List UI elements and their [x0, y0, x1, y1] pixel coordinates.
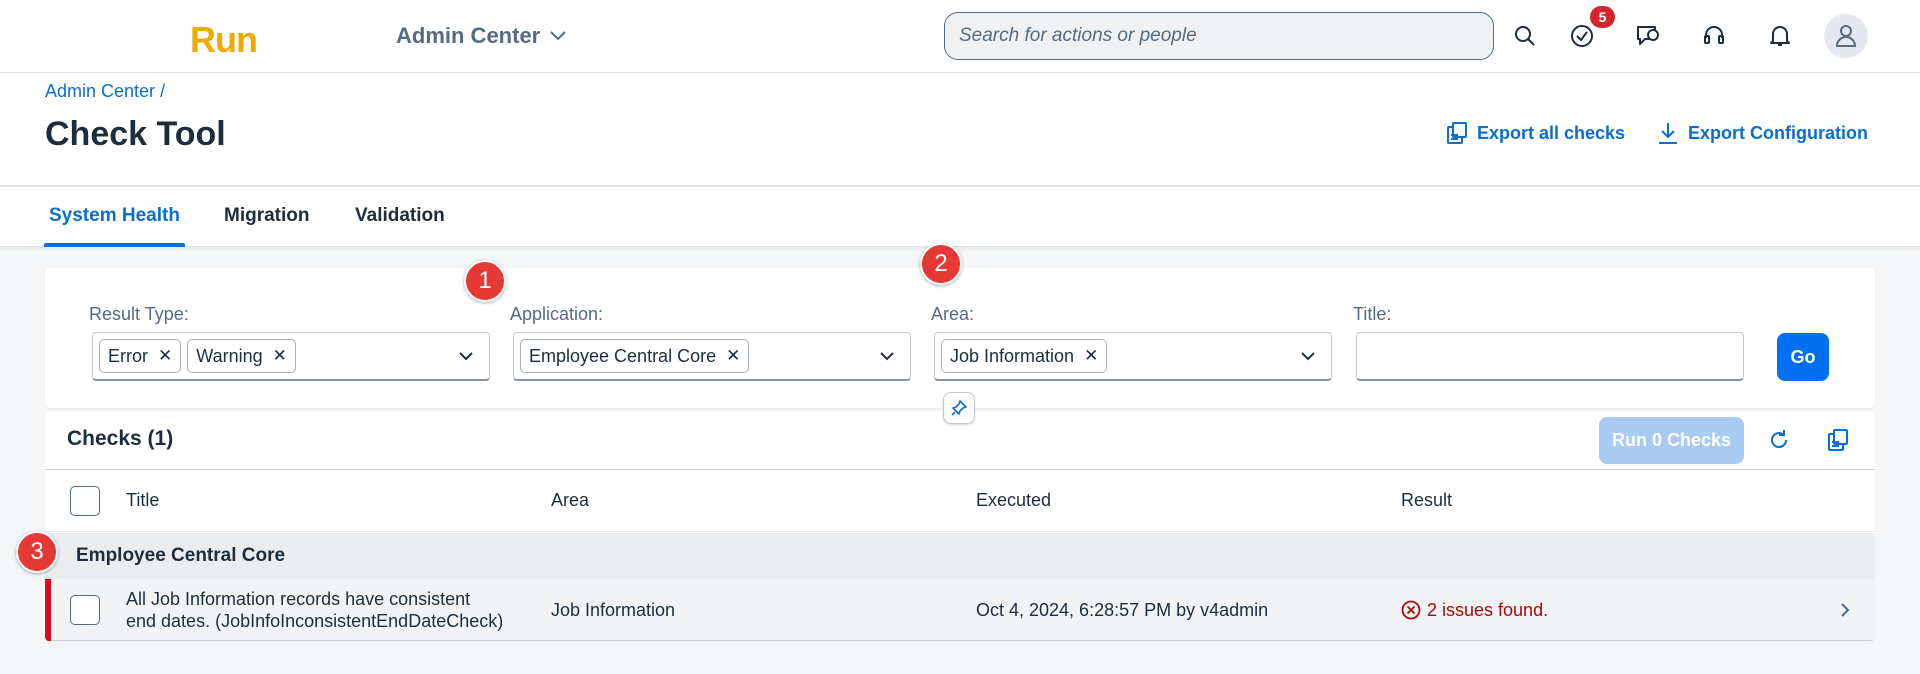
- chevron-down-icon[interactable]: [1299, 347, 1317, 365]
- table-title: Checks (1): [67, 427, 174, 450]
- group-header-row[interactable]: Employee Central Core: [45, 533, 1875, 579]
- error-icon: [1401, 600, 1421, 620]
- column-header-executed[interactable]: Executed: [976, 490, 1051, 511]
- column-header-result[interactable]: Result: [1401, 490, 1452, 511]
- result-cell[interactable]: 2 issues found.: [1401, 599, 1548, 621]
- notification-badge: 5: [1590, 6, 1615, 28]
- application-multi-combobox[interactable]: Employee Central Core ✕: [513, 332, 911, 381]
- export-configuration-label: Export Configuration: [1688, 122, 1868, 143]
- result-type-label: Result Type:: [89, 304, 189, 324]
- chat-icon[interactable]: [1628, 16, 1668, 56]
- page-header: Admin Center / Check Tool Export all che…: [0, 73, 1920, 186]
- group-label: Employee Central Core: [76, 545, 286, 566]
- refresh-icon[interactable]: [1764, 425, 1794, 455]
- check-title-line: All Job Information records have consist…: [126, 589, 471, 609]
- breadcrumb-admin-center[interactable]: Admin Center: [45, 81, 155, 101]
- title-filter-input[interactable]: [1356, 332, 1744, 381]
- select-all-checkbox[interactable]: [70, 486, 100, 516]
- application-label: Application:: [510, 304, 604, 324]
- export-icon: [1447, 122, 1467, 144]
- active-tab-indicator: [44, 243, 185, 247]
- remove-token-icon[interactable]: ✕: [158, 346, 172, 366]
- bell-icon[interactable]: [1760, 16, 1800, 56]
- download-icon: [1659, 123, 1677, 144]
- area-multi-combobox[interactable]: Job Information ✕: [934, 332, 1332, 381]
- tab-migration[interactable]: Migration: [224, 205, 310, 227]
- check-title-cell: All Job Information records have consist…: [126, 588, 503, 632]
- export-all-checks-label: Export all checks: [1477, 122, 1626, 143]
- breadcrumb: Admin Center /: [45, 81, 165, 102]
- remove-token-icon[interactable]: ✕: [726, 346, 740, 366]
- step-marker-2: 2: [920, 243, 962, 285]
- token-job-information: Job Information ✕: [941, 339, 1108, 373]
- token-warning: Warning ✕: [187, 339, 296, 373]
- remove-token-icon[interactable]: ✕: [1084, 346, 1098, 366]
- product-switcher[interactable]: Admin Center: [396, 23, 566, 49]
- app-logo[interactable]: Run: [190, 19, 258, 61]
- breadcrumb-separator: /: [160, 81, 166, 101]
- token-label: Warning: [196, 345, 263, 366]
- export-icon[interactable]: [1823, 425, 1853, 455]
- shell-bar: Run Admin Center 5: [0, 0, 1920, 73]
- column-header-area[interactable]: Area: [551, 490, 589, 511]
- result-text: 2 issues found.: [1427, 600, 1549, 620]
- tab-system-health[interactable]: System Health: [49, 205, 180, 227]
- support-icon[interactable]: [1694, 16, 1734, 56]
- step-marker-3: 3: [16, 531, 58, 573]
- title-label: Title:: [1353, 304, 1392, 324]
- user-icon: [1835, 25, 1857, 47]
- filter-bar: Result Type: Error ✕ Warning ✕ Application…: [45, 268, 1875, 408]
- table-row[interactable]: All Job Information records have consist…: [45, 579, 1875, 641]
- search-icon[interactable]: [1505, 16, 1545, 56]
- token-employee-central-core: Employee Central Core ✕: [520, 339, 750, 373]
- tab-validation[interactable]: Validation: [355, 205, 445, 227]
- export-configuration-button[interactable]: Export Configuration: [1657, 121, 1868, 145]
- token-label: Error: [108, 345, 148, 366]
- export-all-checks-button[interactable]: Export all checks: [1446, 121, 1625, 145]
- product-title: Admin Center: [396, 23, 541, 48]
- column-header-title[interactable]: Title: [126, 490, 159, 511]
- step-marker-1: 1: [464, 260, 506, 302]
- tab-bar: System Health Migration Validation: [0, 187, 1920, 247]
- search-input[interactable]: [944, 12, 1494, 60]
- remove-token-icon[interactable]: ✕: [273, 346, 287, 366]
- chevron-right-icon[interactable]: [1839, 601, 1851, 619]
- token-label: Job Information: [950, 345, 1075, 366]
- row-checkbox[interactable]: [70, 595, 100, 625]
- chevron-down-icon[interactable]: [878, 347, 896, 365]
- go-button[interactable]: Go: [1777, 333, 1829, 381]
- result-type-multi-combobox[interactable]: Error ✕ Warning ✕: [92, 332, 490, 381]
- chevron-down-icon: [550, 31, 566, 41]
- check-title-line: end dates. (JobInfoInconsistentEndDateCh…: [126, 611, 504, 631]
- checks-table: Checks (1) Run 0 Checks Title Area Execu…: [45, 411, 1875, 641]
- page-title: Check Tool: [45, 115, 226, 153]
- run-checks-button[interactable]: Run 0 Checks: [1599, 417, 1744, 464]
- pin-filter-bar-button[interactable]: [943, 392, 975, 424]
- column-header-row: Title Area Executed Result: [45, 470, 1875, 532]
- area-label: Area:: [931, 304, 975, 324]
- area-cell: Job Information: [551, 600, 676, 620]
- user-avatar[interactable]: [1824, 14, 1868, 58]
- executed-cell: Oct 4, 2024, 6:28:57 PM by v4admin: [976, 600, 1269, 620]
- chevron-down-icon[interactable]: [457, 347, 475, 365]
- error-row-indicator: [45, 579, 51, 641]
- token-label: Employee Central Core: [529, 345, 717, 366]
- pin-icon: [951, 400, 967, 416]
- token-error: Error ✕: [99, 339, 182, 373]
